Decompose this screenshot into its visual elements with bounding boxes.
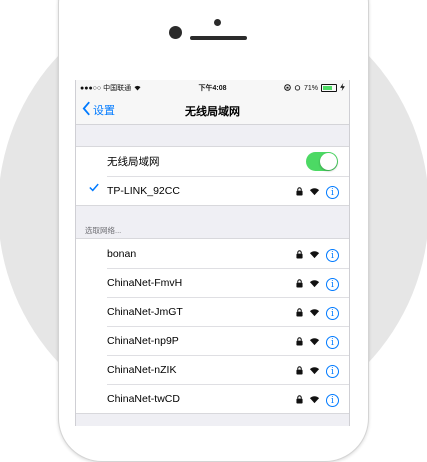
wifi-icon bbox=[309, 246, 320, 264]
wifi-toggle[interactable] bbox=[306, 152, 338, 171]
info-icon[interactable]: i bbox=[326, 248, 339, 262]
page-title: 无线局域网 bbox=[185, 106, 240, 118]
wifi-icon bbox=[309, 304, 320, 322]
lock-icon bbox=[296, 391, 303, 409]
wifi-icon bbox=[309, 391, 320, 409]
network-row[interactable]: ChinaNet-nZIK i bbox=[76, 355, 349, 384]
network-name: bonan bbox=[107, 247, 137, 260]
battery-percent: 71% bbox=[303, 84, 318, 92]
info-icon[interactable]: i bbox=[326, 393, 339, 407]
wifi-settings-group: 无线局域网 TP-LINK_92CC i bbox=[76, 146, 349, 206]
lock-icon bbox=[296, 246, 303, 264]
info-icon[interactable]: i bbox=[326, 277, 339, 291]
connected-network-name: TP-LINK_92CC bbox=[107, 184, 180, 197]
network-row[interactable]: ChinaNet-twCD i bbox=[76, 384, 349, 413]
info-icon[interactable]: i bbox=[326, 185, 339, 199]
front-camera bbox=[169, 26, 182, 39]
wifi-icon bbox=[309, 275, 320, 293]
earpiece-speaker bbox=[190, 36, 247, 40]
checkmark-icon bbox=[89, 183, 99, 195]
info-icon[interactable]: i bbox=[326, 335, 339, 349]
network-row[interactable]: ChinaNet-np9P i bbox=[76, 326, 349, 355]
wifi-icon bbox=[309, 362, 320, 380]
wifi-toggle-row: 无线局域网 bbox=[76, 147, 349, 176]
battery-icon bbox=[321, 84, 337, 92]
proximity-sensor bbox=[214, 19, 221, 26]
status-bar: ●●●○○ 中国联通 下午4:08 71% bbox=[76, 80, 349, 96]
section-header: 选取网络... bbox=[85, 226, 122, 235]
alarm-icon bbox=[294, 84, 301, 93]
network-name: ChinaNet-nZIK bbox=[107, 363, 177, 376]
rotation-lock-icon bbox=[284, 83, 291, 93]
network-name: ChinaNet-FmvH bbox=[107, 276, 183, 289]
network-row[interactable]: bonan i bbox=[76, 239, 349, 268]
charging-bolt-icon bbox=[340, 83, 345, 93]
navigation-bar: 设置 无线局域网 bbox=[76, 96, 349, 125]
lock-icon bbox=[296, 275, 303, 293]
phone-screen: ●●●○○ 中国联通 下午4:08 71% 设置 无线局域网 无线局域网 TP-… bbox=[75, 80, 350, 426]
lock-icon bbox=[296, 362, 303, 380]
connected-network-row[interactable]: TP-LINK_92CC i bbox=[76, 176, 349, 205]
info-icon[interactable]: i bbox=[326, 364, 339, 378]
network-row[interactable]: ChinaNet-FmvH i bbox=[76, 268, 349, 297]
lock-icon bbox=[296, 333, 303, 351]
wifi-icon bbox=[309, 183, 320, 201]
wifi-icon bbox=[309, 333, 320, 351]
wifi-toggle-label: 无线局域网 bbox=[107, 156, 160, 168]
network-row[interactable]: ChinaNet-JmGT i bbox=[76, 297, 349, 326]
network-name: ChinaNet-np9P bbox=[107, 334, 179, 347]
network-name: ChinaNet-twCD bbox=[107, 392, 180, 405]
network-name: ChinaNet-JmGT bbox=[107, 305, 183, 318]
lock-icon bbox=[296, 183, 303, 201]
network-list: bonan i ChinaNet-FmvH i ChinaNet-JmGT i ChinaN… bbox=[76, 238, 349, 414]
info-icon[interactable]: i bbox=[326, 306, 339, 320]
lock-icon bbox=[296, 304, 303, 322]
